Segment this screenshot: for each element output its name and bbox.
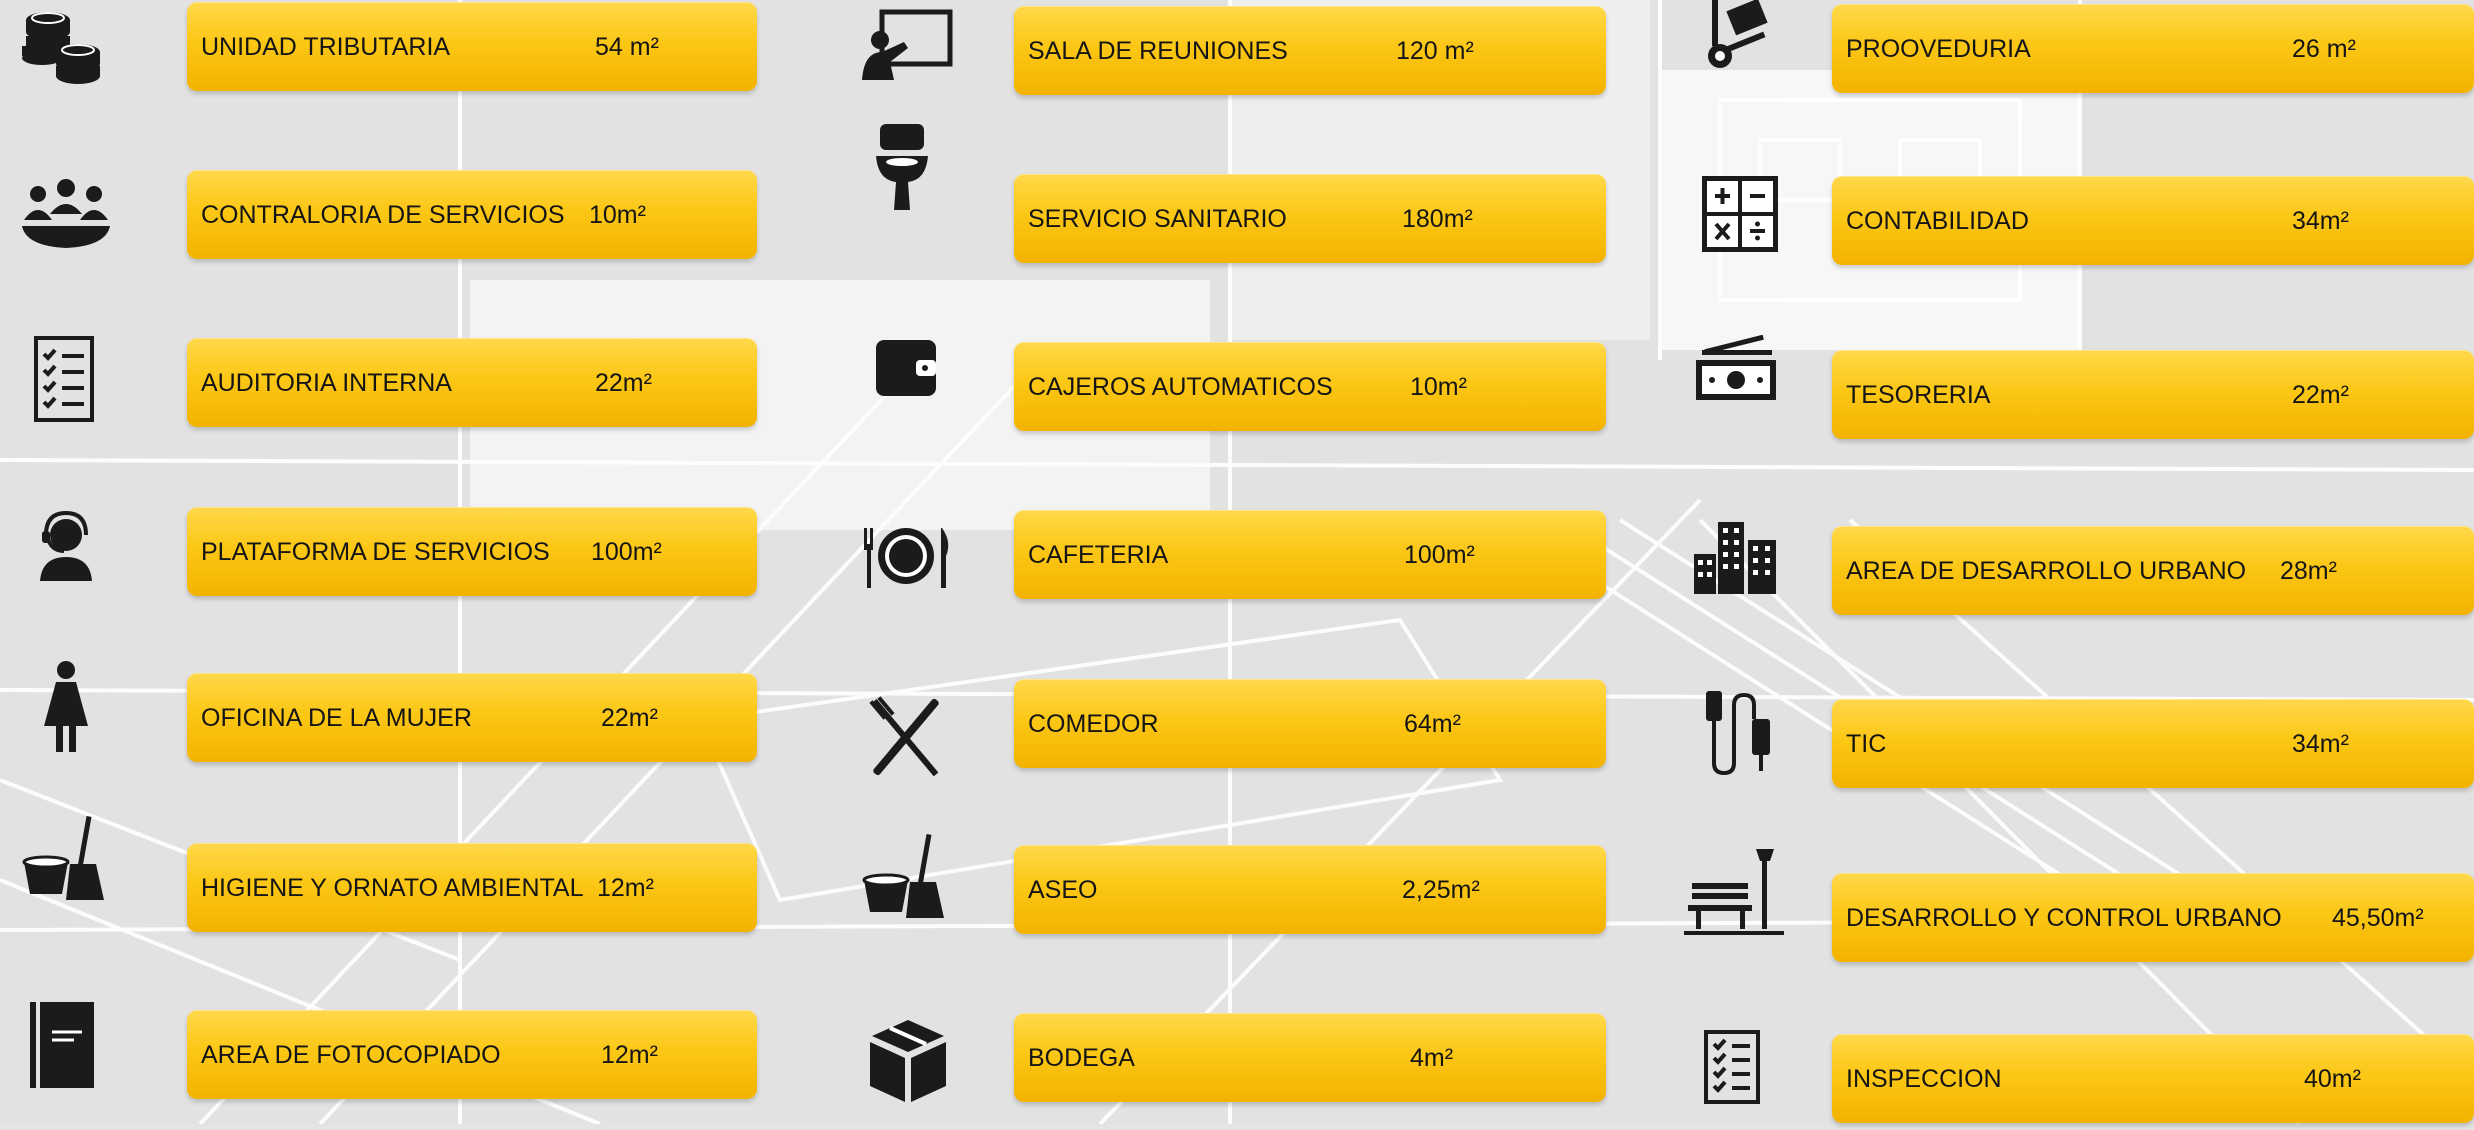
department-bar: TESORERIA 22m² [1832, 350, 2474, 439]
department-area: 12m² [597, 874, 654, 902]
department-bar: INSPECCION 40m² [1832, 1034, 2474, 1123]
department-bar: PROOVEDURIA 26 m² [1832, 4, 2474, 93]
department-name: AUDITORIA INTERNA [201, 369, 452, 397]
presentation-board-icon [856, 0, 956, 100]
department-bar: SERVICIO SANITARIO 180m² [1014, 174, 1606, 263]
department-bar: UNIDAD TRIBUTARIA 54 m² [187, 2, 757, 91]
department-name: CONTRALORIA DE SERVICIOS [201, 201, 565, 229]
department-bar: CONTABILIDAD 34m² [1832, 176, 2474, 265]
wallet-icon [852, 330, 952, 430]
woman-icon [16, 658, 116, 758]
department-name: UNIDAD TRIBUTARIA [201, 33, 451, 61]
department-area: 64m² [1404, 710, 1461, 738]
box-icon [858, 1010, 958, 1110]
department-area: 10m² [1410, 373, 1467, 401]
department-name: INSPECCION [1846, 1065, 2002, 1093]
headset-agent-icon [16, 505, 116, 605]
department-bar: TIC 34m² [1832, 699, 2474, 788]
department-area: 45,50m² [2332, 904, 2424, 932]
department-name: OFICINA DE LA MUJER [201, 704, 472, 732]
department-bar: CAFETERIA 100m² [1014, 510, 1606, 599]
department-area: 40m² [2304, 1065, 2361, 1093]
department-bar: CONTRALORIA DE SERVICIOS 10m² [187, 170, 757, 259]
city-buildings-icon [1686, 514, 1786, 614]
department-area: 12m² [601, 1041, 658, 1069]
department-bar: ASEO 2,25m² [1014, 845, 1606, 934]
department-name: AREA DE DESARROLLO URBANO [1846, 557, 2247, 585]
hand-truck-icon [1690, 0, 1790, 82]
department-area: 4m² [1410, 1044, 1454, 1072]
department-bar: OFICINA DE LA MUJER 22m² [187, 673, 757, 762]
department-name: TIC [1846, 730, 1887, 758]
department-name: BODEGA [1028, 1044, 1135, 1072]
department-name: DESARROLLO Y CONTROL URBANO [1846, 904, 2282, 932]
department-bar: COMEDOR 64m² [1014, 679, 1606, 768]
department-bar: PLATAFORMA DE SERVICIOS 100m² [187, 507, 757, 596]
toilet-icon [852, 122, 952, 222]
department-area: 28m² [2280, 557, 2337, 585]
department-bar: AREA DE FOTOCOPIADO 12m² [187, 1010, 757, 1099]
department-name: AREA DE FOTOCOPIADO [201, 1041, 501, 1069]
department-bar: AUDITORIA INTERNA 22m² [187, 338, 757, 427]
usb-cable-icon [1688, 685, 1788, 785]
banknotes-icon [1686, 330, 1786, 430]
department-bar: DESARROLLO Y CONTROL URBANO 45,50m² [1832, 873, 2474, 962]
department-name: COMEDOR [1028, 710, 1159, 738]
department-name: CAJEROS AUTOMATICOS [1028, 373, 1333, 401]
department-area: 100m² [591, 538, 662, 566]
checklist-icon [16, 336, 116, 436]
department-name: PLATAFORMA DE SERVICIOS [201, 538, 550, 566]
department-area: 120 m² [1396, 37, 1474, 65]
plate-cutlery-icon [856, 508, 956, 608]
department-area: 34m² [2292, 207, 2349, 235]
department-name: CONTABILIDAD [1846, 207, 2029, 235]
department-area: 54 m² [595, 33, 659, 61]
document-book-icon [16, 998, 116, 1098]
fork-knife-icon [856, 693, 956, 793]
coins-stack-icon [16, 0, 116, 100]
department-bar: CAJEROS AUTOMATICOS 10m² [1014, 342, 1606, 431]
group-meeting-icon [16, 168, 116, 268]
department-name: TESORERIA [1846, 381, 1991, 409]
department-area: 10m² [589, 201, 646, 229]
department-name: ASEO [1028, 876, 1098, 904]
bucket-broom-icon [856, 830, 956, 930]
department-area: 2,25m² [1402, 876, 1480, 904]
department-area: 22m² [2292, 381, 2349, 409]
department-name: SERVICIO SANITARIO [1028, 205, 1287, 233]
department-bar: SALA DE REUNIONES 120 m² [1014, 6, 1606, 95]
department-area: 26 m² [2292, 35, 2356, 63]
department-area: 34m² [2292, 730, 2349, 758]
department-area: 22m² [595, 369, 652, 397]
park-bench-icon [1684, 845, 1784, 945]
department-name: SALA DE REUNIONES [1028, 37, 1288, 65]
bucket-broom-icon [16, 812, 116, 912]
calculator-icon [1690, 170, 1790, 270]
department-name: HIGIENE Y ORNATO AMBIENTAL [201, 874, 584, 902]
department-name: CAFETERIA [1028, 541, 1169, 569]
department-area: 22m² [601, 704, 658, 732]
department-area: 100m² [1404, 541, 1475, 569]
department-bar: HIGIENE Y ORNATO AMBIENTAL 12m² [187, 843, 757, 932]
department-area: 180m² [1402, 205, 1473, 233]
checklist-icon [1684, 1030, 1784, 1130]
department-bar: BODEGA 4m² [1014, 1013, 1606, 1102]
department-name: PROOVEDURIA [1846, 35, 2031, 63]
department-bar: AREA DE DESARROLLO URBANO 28m² [1832, 526, 2474, 615]
